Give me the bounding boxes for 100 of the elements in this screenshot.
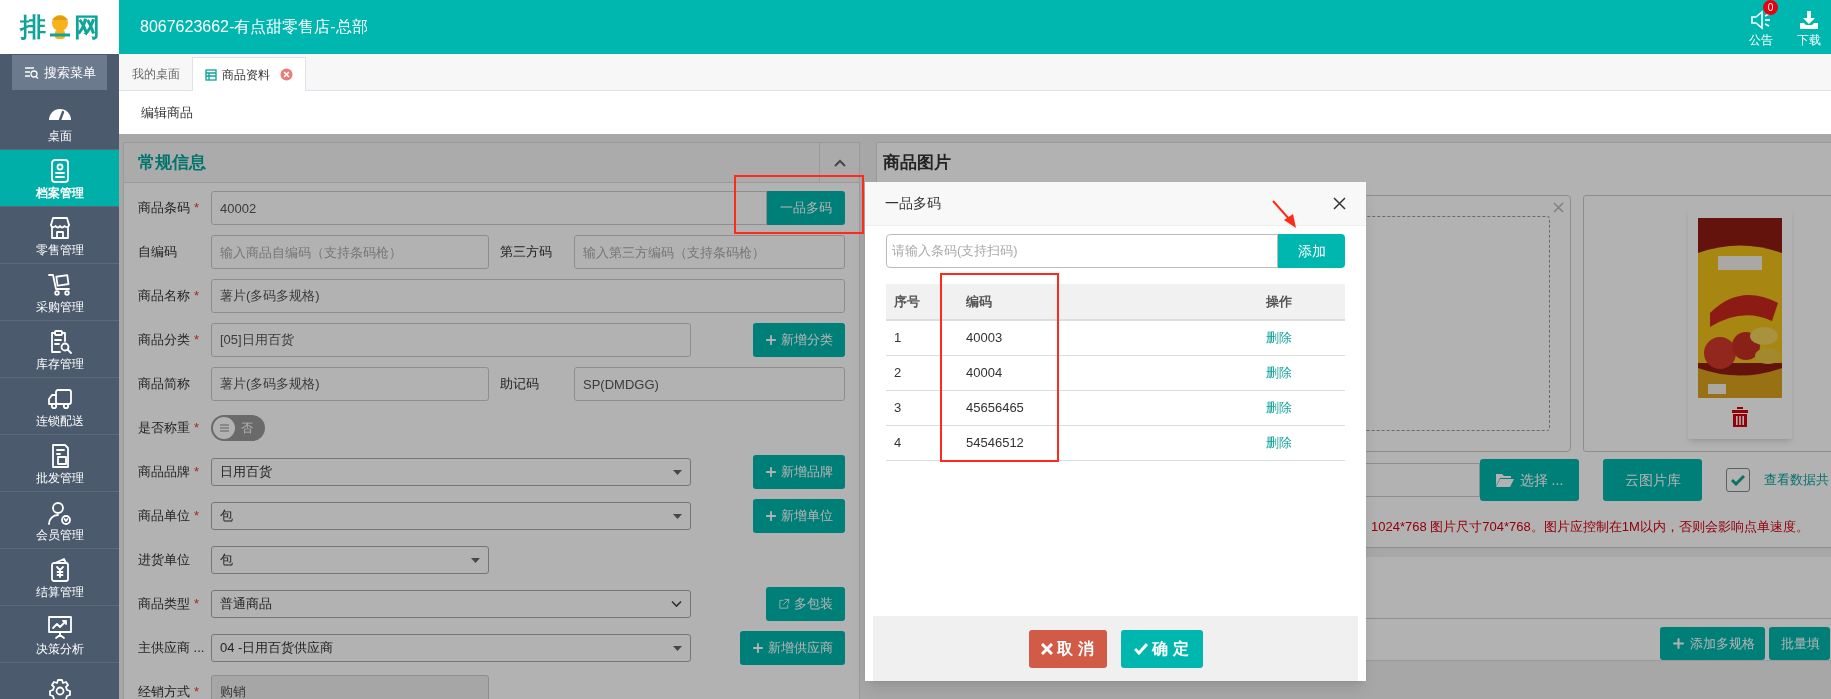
plus-icon — [765, 510, 777, 522]
column-header: 编码 — [966, 292, 993, 311]
dialog-title: 一品多码 — [885, 194, 941, 213]
delete-link[interactable]: 删除 — [1266, 328, 1292, 348]
required-mark: * — [194, 683, 200, 699]
field-label: 经销方式 — [138, 683, 190, 699]
column-header: 序号 — [893, 292, 921, 311]
field-label: 主供应商 ... — [138, 639, 205, 658]
plus-icon — [765, 334, 777, 346]
delete-link[interactable]: 删除 — [1266, 363, 1292, 383]
grip-icon — [219, 424, 229, 432]
download-button[interactable]: 下载 — [1797, 9, 1821, 46]
select-field[interactable]: 日用百货 — [211, 458, 691, 486]
add-button[interactable]: 新增分类 — [753, 323, 845, 357]
plus-icon — [765, 466, 777, 478]
table-cell-text: 1 — [893, 329, 903, 348]
section-title: 常规信息 — [137, 151, 206, 174]
cancel-button[interactable]: 取 消 — [1028, 629, 1107, 668]
external-link-icon — [778, 598, 790, 610]
required-mark: * — [194, 199, 200, 218]
table-cell-text: 4 — [893, 434, 903, 453]
add-button[interactable]: 新增供应商 — [740, 631, 845, 665]
required-mark: * — [194, 419, 200, 438]
store-title: 8067623662-有点甜零售店-总部 — [140, 17, 368, 37]
caret-icon — [673, 513, 682, 519]
field-label: 商品类型 — [138, 595, 190, 614]
plus-icon — [1672, 637, 1685, 650]
chart-icon — [46, 613, 73, 640]
cloud-gallery-button[interactable]: 云图片库 — [1603, 459, 1702, 501]
table-cell-text: 2 — [893, 364, 903, 383]
close-icon — [1041, 642, 1054, 655]
chevron-down-icon — [671, 600, 682, 608]
select-field[interactable]: 包 — [211, 502, 691, 530]
select-field[interactable]: 包 — [211, 546, 489, 574]
check-icon — [1134, 642, 1149, 655]
share-data-link[interactable]: 查看数据共 — [1764, 470, 1829, 490]
checkbox[interactable] — [1726, 468, 1750, 492]
trash-icon[interactable] — [1732, 407, 1748, 427]
logo-text: 网 — [73, 14, 100, 40]
plus-icon — [752, 642, 764, 654]
field-label: 商品简称 — [138, 375, 190, 394]
required-mark: * — [194, 331, 200, 350]
required-mark: * — [194, 463, 200, 482]
image-size-hint: 1024*768 图片尺寸704*768。图片应控制在1M以内，否则会影响点单速度。 — [1371, 519, 1809, 534]
close-icon[interactable] — [1333, 197, 1346, 210]
table-cell-text: 45656465 — [966, 399, 1025, 418]
add-button[interactable]: 添加 — [1278, 234, 1345, 268]
folder-icon — [1495, 473, 1514, 487]
input-field[interactable]: [05]日用百货 — [211, 323, 691, 357]
user-icon — [46, 499, 73, 526]
delete-link[interactable]: 删除 — [1266, 398, 1292, 418]
caret-icon — [673, 469, 682, 475]
download-icon — [1799, 9, 1819, 30]
multi-code-button[interactable]: 一品多码 — [767, 191, 845, 225]
table-action-button[interactable]: 批量填 — [1769, 627, 1830, 660]
field-label: 商品分类 — [138, 331, 190, 350]
input-field[interactable]: 40002 — [211, 191, 767, 225]
field-label: 商品品牌 — [138, 463, 190, 482]
select-field[interactable]: 04 -日用百货供应商 — [211, 634, 691, 662]
field-label: 自编码 — [138, 243, 177, 262]
section-title: 商品图片 — [882, 152, 951, 175]
logo-text: 排 — [19, 14, 46, 40]
confirm-button[interactable]: 确 定 — [1120, 629, 1203, 668]
table-cell-text: 3 — [893, 399, 903, 418]
add-button[interactable]: 新增单位 — [753, 499, 845, 533]
choose-button[interactable]: 选择 ... — [1480, 459, 1579, 501]
caret-icon — [673, 645, 682, 651]
caret-icon — [471, 557, 480, 563]
barcode-input[interactable]: 请输入条码(支持扫码) — [886, 234, 1278, 268]
field-label: 第三方码 — [500, 243, 552, 262]
table-icon — [205, 68, 217, 81]
breadcrumb: 编辑商品 — [141, 103, 193, 122]
settings-icon — [46, 678, 73, 699]
field-label: 商品名称 — [138, 287, 190, 306]
required-mark: * — [194, 507, 200, 526]
field-label: 是否称重 — [138, 419, 190, 438]
table-cell-text: 40004 — [966, 364, 1004, 383]
add-button[interactable]: 新增品牌 — [753, 455, 845, 489]
table-cell-text: 40003 — [966, 329, 1004, 348]
input-field[interactable]: 薯片(多码多规格) — [211, 367, 489, 401]
search-menu-button[interactable]: 搜索菜单 — [12, 55, 107, 90]
column-header: 操作 — [1266, 292, 1292, 311]
field-label: 商品单位 — [138, 507, 190, 526]
table-action-button[interactable]: 添加多规格 — [1660, 627, 1765, 660]
field-label: 助记码 — [500, 375, 539, 394]
sidebar-item[interactable]: 档案管理 — [0, 150, 119, 207]
search-list-icon — [23, 66, 39, 79]
open-button[interactable]: 多包装 — [766, 587, 845, 621]
tab[interactable]: 商品资料 — [192, 57, 306, 91]
input-field[interactable]: SP(DMDGG) — [574, 367, 845, 401]
toggle-switch[interactable]: 否 — [211, 415, 265, 441]
delete-link[interactable]: 删除 — [1266, 433, 1292, 453]
required-mark: * — [194, 595, 200, 614]
select-field[interactable]: 普通商品 — [211, 590, 691, 618]
notice-badge: 0 — [1763, 0, 1778, 15]
input-field[interactable]: 薯片(多码多规格) — [211, 279, 845, 313]
table-cell-text: 54546512 — [966, 434, 1025, 453]
required-mark: * — [194, 287, 200, 306]
check-icon — [1731, 474, 1745, 486]
tab[interactable]: 我的桌面 — [120, 57, 192, 90]
